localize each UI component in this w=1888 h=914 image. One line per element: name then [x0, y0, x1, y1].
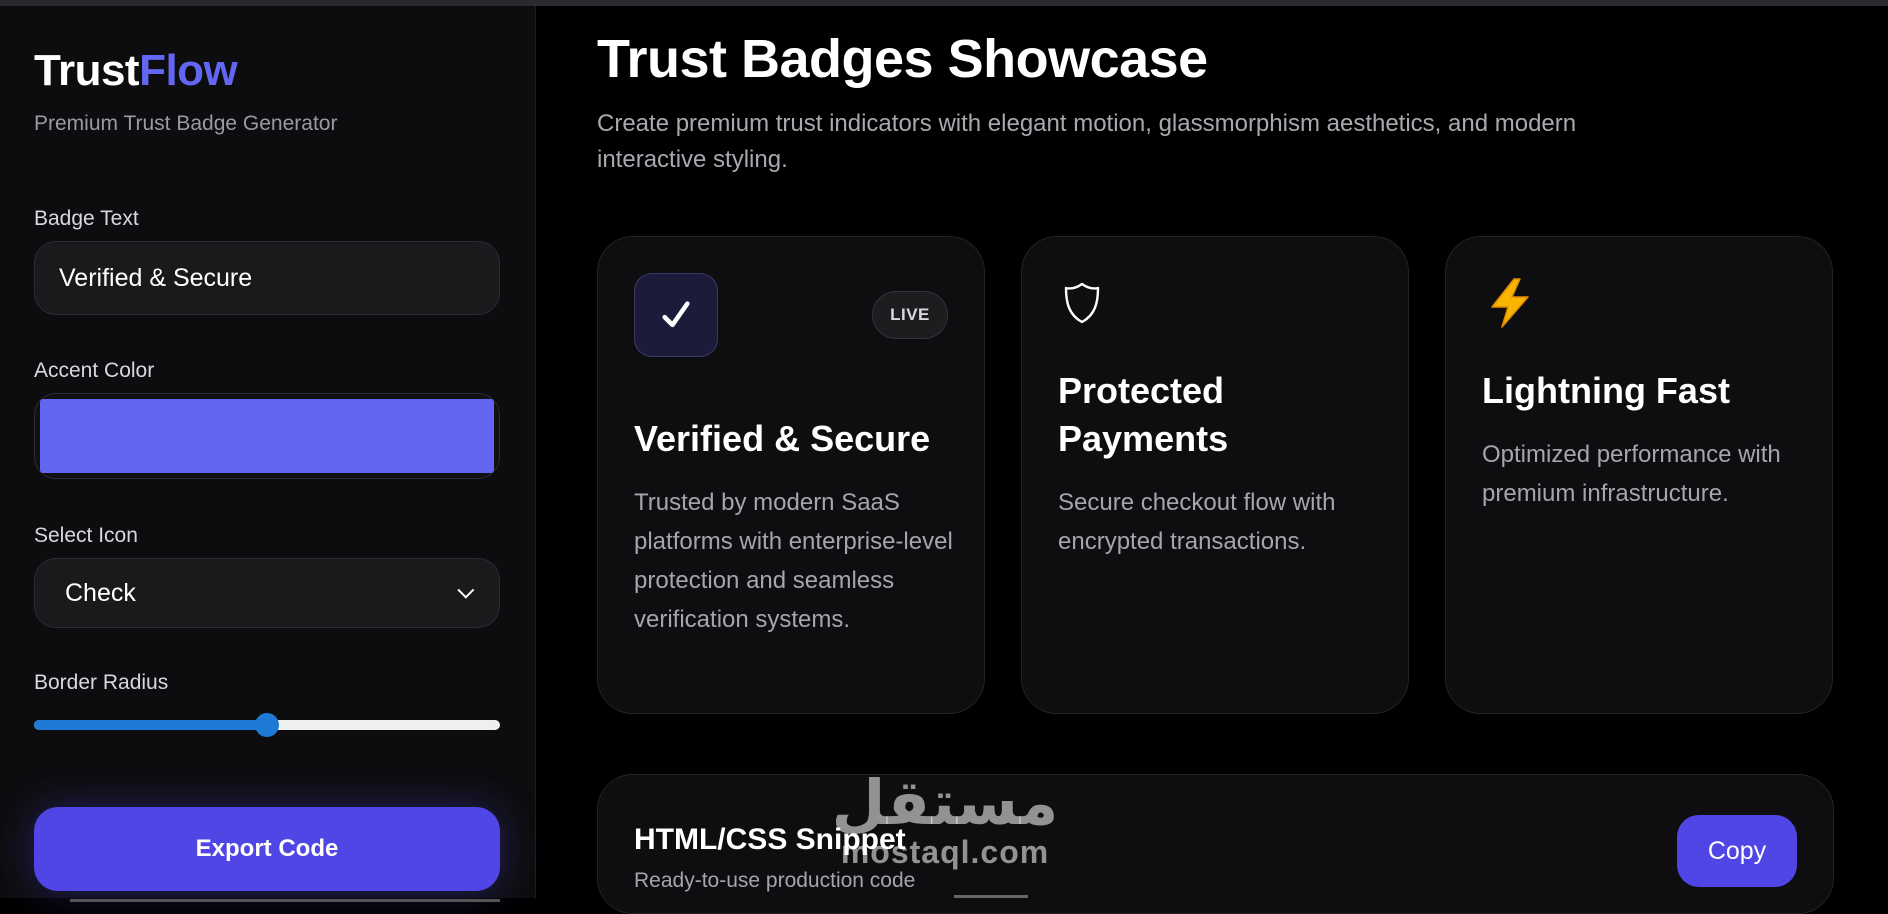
- accent-color-label: Accent Color: [34, 359, 155, 382]
- brand-tagline: Premium Trust Badge Generator: [34, 112, 338, 135]
- card-title: Verified & Secure: [634, 418, 931, 459]
- page-title: Trust Badges Showcase: [597, 29, 1208, 89]
- brand-name-part2: Flow: [139, 46, 238, 95]
- badge-card-fast[interactable]: Lightning Fast Optimized performance wit…: [1445, 236, 1833, 714]
- live-badge: LIVE: [872, 291, 948, 339]
- snippet-subtitle: Ready-to-use production code: [634, 869, 916, 892]
- icon-select-value: Check: [65, 578, 136, 607]
- badge-text-label: Badge Text: [34, 207, 139, 230]
- icon-select[interactable]: Check: [34, 558, 500, 628]
- brand-logo: TrustFlow: [34, 46, 238, 96]
- chevron-down-icon: [457, 581, 475, 599]
- border-radius-label: Border Radius: [34, 671, 169, 694]
- slider-fill: [34, 720, 267, 730]
- code-snippet-panel: HTML/CSS Snippet Ready-to-use production…: [597, 774, 1834, 914]
- select-icon-label: Select Icon: [34, 524, 138, 547]
- card-title: Lightning Fast: [1482, 370, 1730, 411]
- badge-card-payments[interactable]: Protected Payments Secure checkout flow …: [1021, 236, 1409, 714]
- card-description: Trusted by modern SaaS platforms with en…: [634, 489, 953, 633]
- sidebar-scrollbar[interactable]: [70, 899, 500, 902]
- badge-card-verified[interactable]: LIVE Verified & Secure Trusted by modern…: [597, 236, 985, 714]
- export-code-button[interactable]: Export Code: [34, 807, 500, 891]
- lightning-icon: [1491, 278, 1529, 328]
- brand-name-part1: Trust: [34, 46, 140, 95]
- card-description: Secure checkout flow with encrypted tran…: [1058, 489, 1336, 555]
- snippet-title: HTML/CSS Snippet: [634, 823, 906, 856]
- sidebar: TrustFlow Premium Trust Badge Generator …: [0, 6, 536, 902]
- accent-color-picker[interactable]: [34, 393, 500, 479]
- slider-thumb[interactable]: [255, 713, 279, 737]
- card-title: Protected Payments: [1058, 370, 1229, 459]
- card-description: Optimized performance with premium infra…: [1482, 441, 1781, 507]
- accent-color-swatch: [40, 399, 494, 473]
- page-subtitle: Create premium trust indicators with ele…: [597, 110, 1577, 173]
- border-radius-slider[interactable]: [34, 713, 500, 737]
- badge-text-input[interactable]: [34, 241, 500, 315]
- check-icon: [634, 273, 718, 357]
- shield-icon: [1064, 282, 1100, 324]
- main-content: Trust Badges Showcase Create premium tru…: [537, 6, 1888, 914]
- copy-button[interactable]: Copy: [1677, 815, 1797, 887]
